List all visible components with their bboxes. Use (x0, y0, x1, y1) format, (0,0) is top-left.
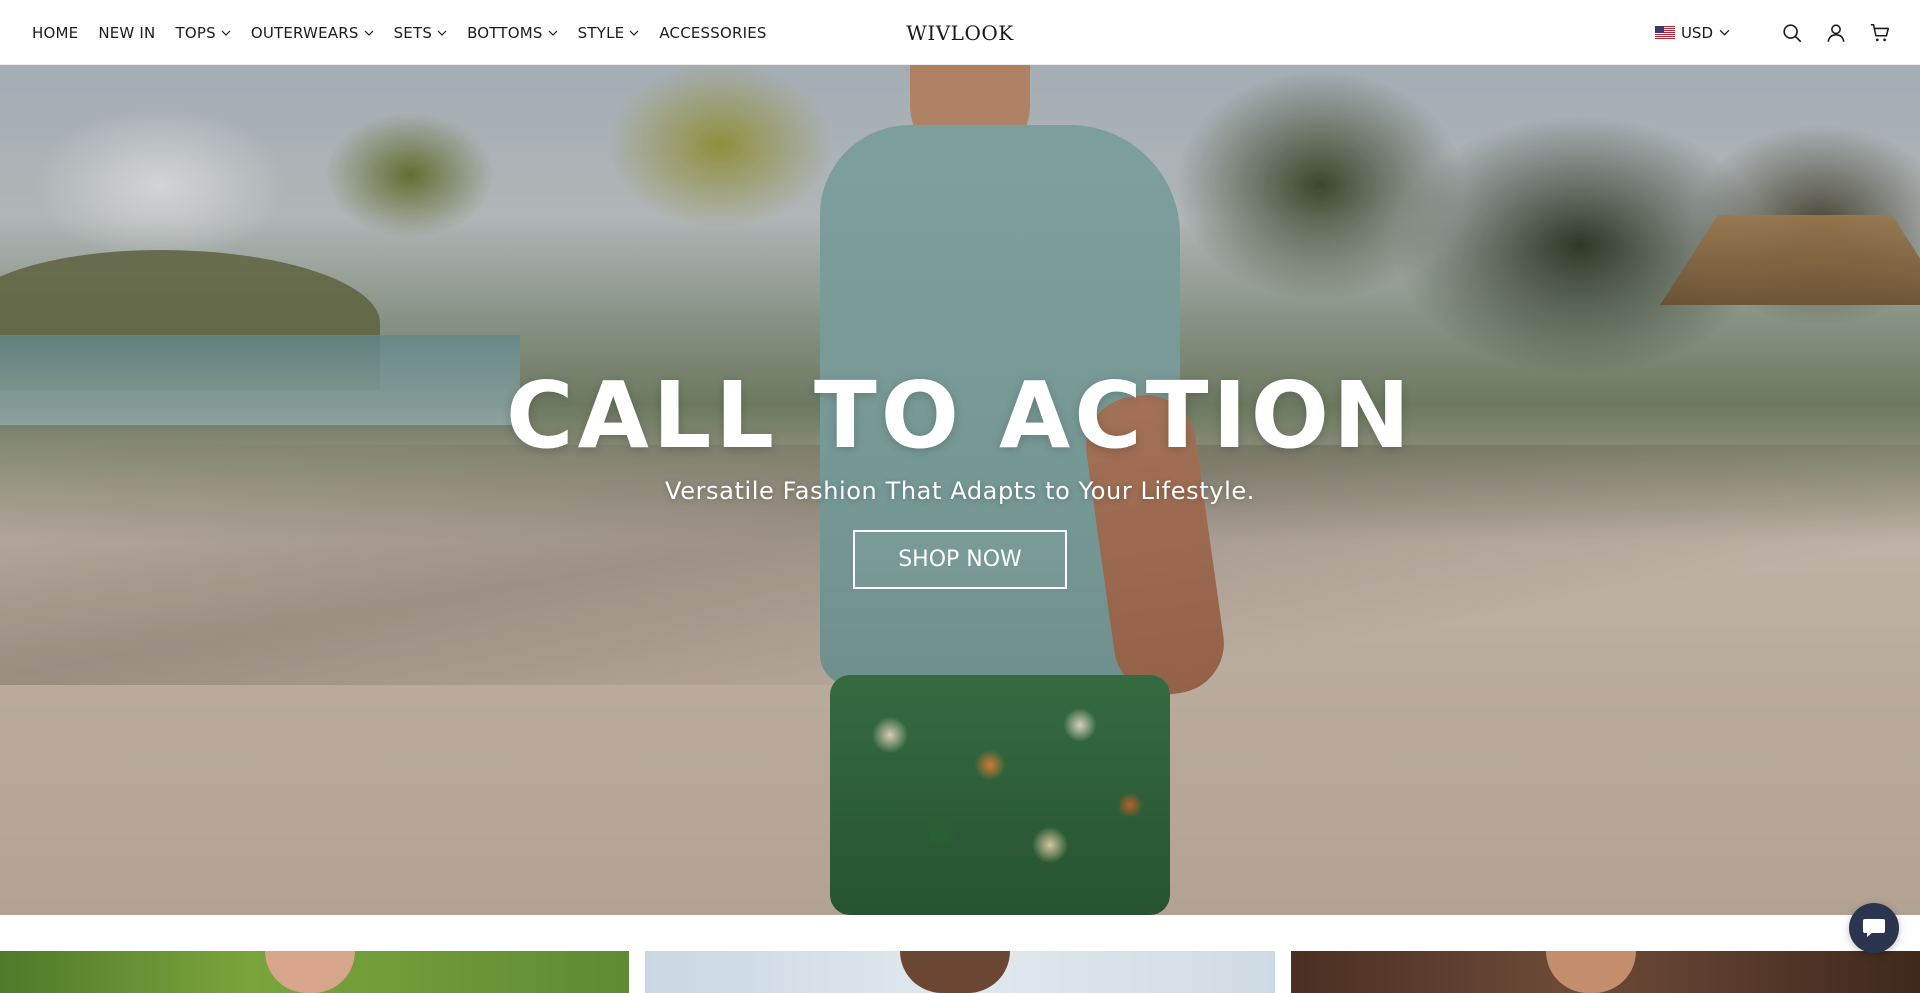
featured-collections-row (0, 951, 1920, 993)
collection-tile[interactable] (0, 951, 629, 993)
nav-item-label: STYLE (577, 23, 625, 42)
site-header: HOME NEW IN TOPS OUTERWEARS SETS BOTTOMS… (0, 0, 1920, 65)
header-tools: USD (1654, 0, 1892, 65)
chevron-down-icon (437, 30, 447, 36)
nav-item-label: HOME (32, 23, 79, 42)
currency-selector[interactable]: USD (1654, 23, 1730, 42)
nav-item-sets[interactable]: SETS (394, 24, 447, 42)
nav-item-label: OUTERWEARS (250, 23, 359, 42)
nav-item-new-in[interactable]: NEW IN (98, 24, 155, 42)
chevron-down-icon (548, 30, 558, 36)
chat-button[interactable] (1849, 903, 1899, 953)
brand-logo[interactable]: WIVLOOK (906, 21, 1013, 45)
account-icon[interactable] (1824, 21, 1848, 45)
hero-content: CALL TO ACTION Versatile Fashion That Ad… (0, 65, 1920, 915)
nav-item-style[interactable]: STYLE (578, 24, 640, 42)
search-icon[interactable] (1780, 21, 1804, 45)
shop-now-button[interactable]: SHOP NOW (853, 530, 1067, 589)
model-photo (1546, 951, 1636, 993)
nav-item-label: SETS (393, 23, 433, 42)
cart-icon[interactable] (1868, 21, 1892, 45)
nav-item-accessories[interactable]: ACCESSORIES (659, 24, 766, 42)
currency-label: USD (1680, 23, 1713, 42)
model-photo (900, 951, 1010, 993)
nav-item-label: ACCESSORIES (659, 23, 767, 42)
model-photo (265, 951, 355, 993)
chat-icon (1863, 919, 1885, 937)
main-nav: HOME NEW IN TOPS OUTERWEARS SETS BOTTOMS… (32, 0, 787, 65)
chevron-down-icon (221, 30, 231, 36)
nav-item-outerwears[interactable]: OUTERWEARS (251, 24, 374, 42)
collection-tile[interactable] (1291, 951, 1920, 993)
chevron-down-icon (629, 30, 639, 36)
collection-tile[interactable] (645, 951, 1275, 993)
us-flag-icon (1654, 26, 1675, 39)
hero-title: CALL TO ACTION (506, 362, 1414, 469)
nav-item-bottoms[interactable]: BOTTOMS (467, 24, 558, 42)
chevron-down-icon (364, 30, 374, 36)
hero-banner: CALL TO ACTION Versatile Fashion That Ad… (0, 65, 1920, 915)
shop-now-label: SHOP NOW (898, 547, 1022, 572)
nav-item-label: BOTTOMS (467, 23, 543, 42)
chevron-down-icon (1719, 29, 1730, 36)
nav-item-home[interactable]: HOME (32, 24, 78, 42)
nav-item-tops[interactable]: TOPS (175, 23, 231, 42)
nav-item-label: NEW IN (98, 23, 156, 42)
hero-subtitle: Versatile Fashion That Adapts to Your Li… (665, 477, 1255, 505)
nav-item-label: TOPS (175, 23, 216, 42)
